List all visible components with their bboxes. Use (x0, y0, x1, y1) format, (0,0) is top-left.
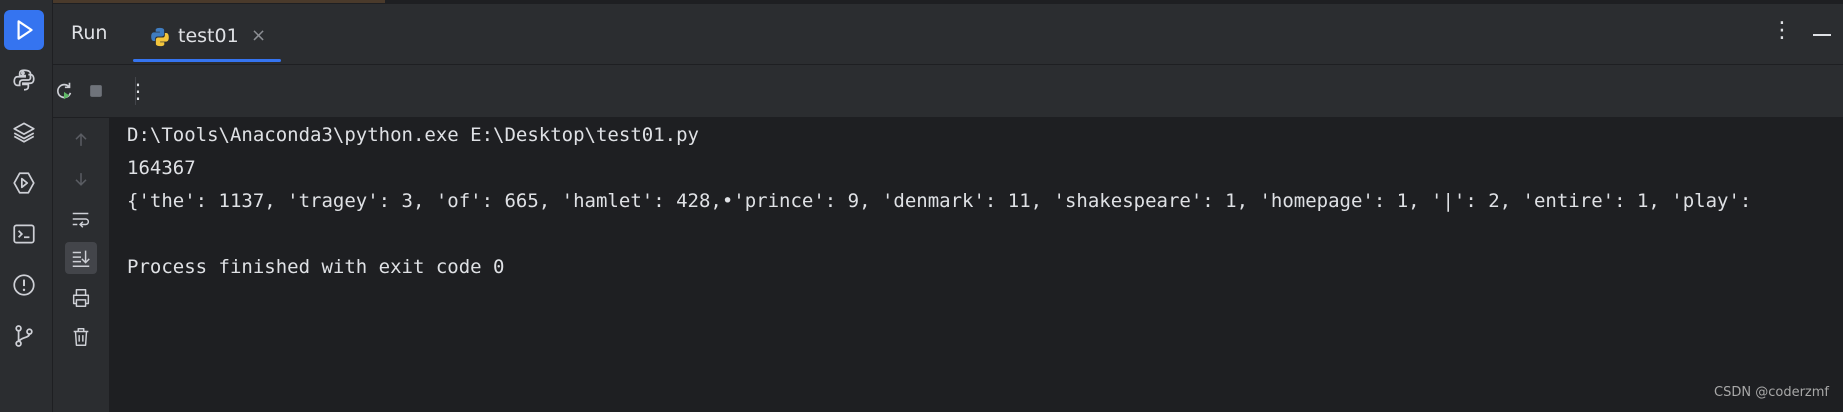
console-line-count: 164367 (127, 157, 196, 179)
scroll-to-end-icon[interactable] (65, 242, 97, 274)
rerun-icon[interactable] (51, 78, 77, 104)
header-more-icon[interactable]: ⋮ (1771, 18, 1793, 43)
console-line-command: D:\Tools\Anaconda3\python.exe E:\Desktop… (127, 124, 699, 146)
arrow-up-icon[interactable] (65, 124, 97, 156)
arrow-down-icon[interactable] (65, 163, 97, 195)
console-gutter (53, 118, 110, 412)
problems-icon[interactable] (4, 265, 44, 305)
console-line-exit: Process finished with exit code 0 (127, 256, 505, 278)
git-icon[interactable] (4, 316, 44, 356)
trash-icon[interactable] (65, 321, 97, 353)
tab-active-indicator (133, 59, 281, 62)
header-top-border (53, 0, 1843, 4)
python-console-icon[interactable] (4, 60, 44, 100)
run-panel-header: Run test01 × ⋮ (53, 0, 1843, 65)
terminal-icon[interactable] (4, 214, 44, 254)
stop-icon[interactable] (83, 78, 109, 104)
run-toolbar: ⋮ (53, 65, 1843, 118)
run-icon[interactable] (4, 10, 44, 50)
minimize-icon[interactable] (1813, 34, 1831, 36)
panel-title: Run (71, 22, 108, 44)
left-tool-rail (0, 0, 53, 412)
tab-label: test01 (178, 25, 239, 47)
services-icon[interactable] (4, 163, 44, 203)
toolbar-more-icon[interactable]: ⋮ (125, 78, 151, 104)
soft-wrap-icon[interactable] (65, 203, 97, 235)
tab-close-icon[interactable]: × (251, 25, 266, 46)
console-output[interactable]: D:\Tools\Anaconda3\python.exe E:\Desktop… (110, 118, 1843, 412)
python-file-icon (151, 27, 169, 47)
console-line-dict: {'the': 1137, 'tragey': 3, 'of': 665, 'h… (127, 190, 1752, 212)
tab-test01[interactable]: test01 × (133, 14, 281, 62)
watermark: CSDN @coderzmf (1714, 385, 1829, 400)
print-icon[interactable] (65, 282, 97, 314)
layers-icon[interactable] (4, 112, 44, 152)
